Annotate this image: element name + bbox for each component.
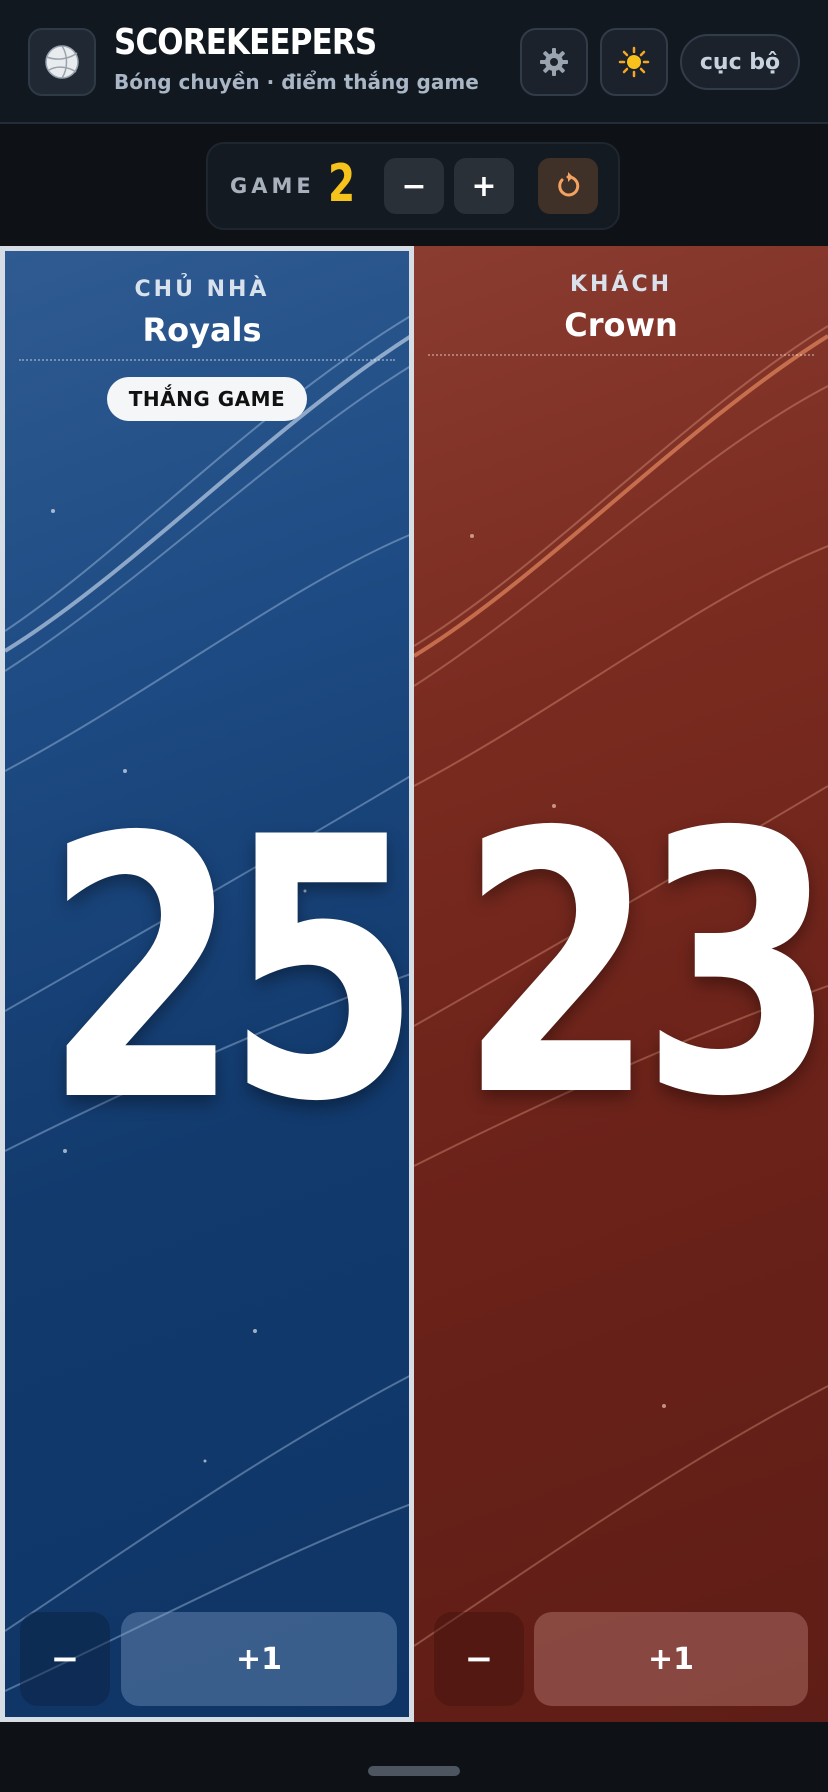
home-team-panel[interactable]: CHỦ NHÀ Royals THẮNG GAME 25 − +1: [0, 246, 414, 1722]
game-increment-button[interactable]: +: [454, 158, 514, 214]
team-role-label: KHÁCH: [569, 272, 673, 297]
team-role-label: CHỦ NHÀ: [134, 277, 270, 302]
team-name[interactable]: Royals: [5, 311, 404, 349]
away-score[interactable]: 23: [460, 786, 828, 1146]
settings-button[interactable]: [520, 28, 588, 96]
footer: [0, 1722, 828, 1792]
team-name[interactable]: Crown: [414, 306, 828, 344]
sun-icon: [618, 46, 650, 78]
app-header: SCOREKEEPERS Bóng chuyền · điểm thắng ga…: [0, 0, 828, 124]
gear-icon: [540, 48, 568, 76]
volleyball-icon[interactable]: [28, 28, 96, 96]
game-counter: GAME 2 − +: [206, 142, 620, 230]
home-score[interactable]: 25: [44, 791, 409, 1151]
divider: [19, 359, 395, 361]
home-indicator[interactable]: [368, 1766, 460, 1776]
home-plus-one-button[interactable]: +1: [121, 1612, 397, 1706]
away-team-panel[interactable]: KHÁCH Crown 23 − +1: [414, 246, 828, 1722]
mode-local-button[interactable]: cục bộ: [680, 34, 800, 90]
game-decrement-button[interactable]: −: [384, 158, 444, 214]
app-title: SCOREKEEPERS: [114, 22, 377, 63]
divider: [428, 354, 814, 356]
away-plus-one-button[interactable]: +1: [534, 1612, 808, 1706]
game-label: GAME: [230, 174, 315, 198]
home-minus-button[interactable]: −: [20, 1612, 110, 1706]
game-number: 2: [328, 154, 356, 214]
reset-icon: [558, 172, 580, 197]
game-won-badge: THẮNG GAME: [107, 377, 307, 421]
app-subtitle: Bóng chuyền · điểm thắng game: [114, 70, 479, 94]
away-minus-button[interactable]: −: [434, 1612, 524, 1706]
reset-button[interactable]: [538, 158, 598, 214]
theme-toggle-button[interactable]: [600, 28, 668, 96]
